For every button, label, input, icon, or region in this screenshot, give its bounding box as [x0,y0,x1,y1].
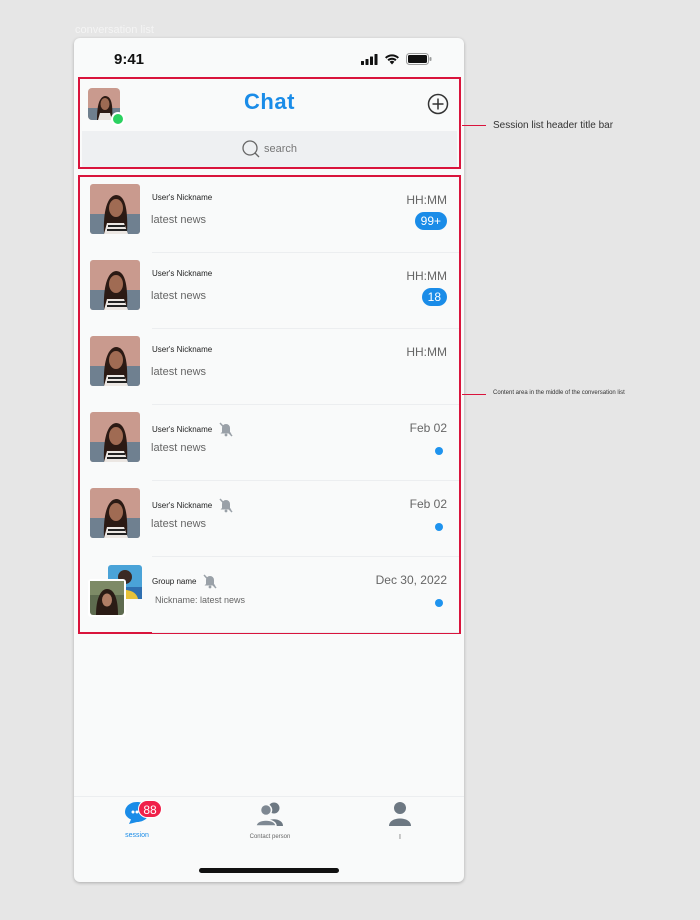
conversation-name: User's Nickname [152,497,234,513]
contacts-icon [255,802,283,827]
avatar [90,260,140,310]
conversation-name: User's Nickname [152,193,213,202]
conversation-time: HH:MM [406,193,447,207]
tab-contacts[interactable]: Contact person [230,801,310,840]
conversation-row[interactable]: User's Nickname latest news Feb 02 [80,481,459,557]
conversation-row[interactable]: User's Nickname latest news HH:MM [80,329,459,405]
person-icon [389,802,411,826]
avatar [90,184,140,234]
search-input[interactable]: search [82,131,457,167]
unread-badge: 18 [421,288,447,306]
conversation-time: Feb 02 [409,497,447,511]
conversation-name: User's Nickname [152,421,234,437]
page-title: Chat [244,89,295,114]
conversation-message: latest news [151,366,207,378]
mute-icon [219,422,233,437]
wifi-icon [385,54,399,65]
session-list-header: Chat search [78,77,461,169]
conversation-message: Nickname: latest news [155,595,246,605]
conversation-row[interactable]: User's Nickname latest news HH:MM 99+ [80,177,459,253]
bottom-tab-bar: session 88 Contact person I [74,796,464,849]
signal-icon [361,53,378,65]
unread-dot [435,447,443,455]
search-placeholder: search [263,143,298,155]
tab-me-label: I [399,834,401,841]
content-annotation: Content area in the middle of the conver… [493,390,625,396]
content-annotation-line [462,394,486,395]
conversation-row[interactable]: Group name Nickname: latest news Dec 30,… [80,557,459,633]
phone-frame: 9:41 Chat search User's Nickname latest … [74,38,464,882]
conversation-message: latest news [151,518,207,530]
conversation-name: User's Nickname [152,269,213,278]
conversation-list: User's Nickname latest news HH:MM 99+ Us… [78,175,461,634]
header-annotation: Session list header title bar [493,120,614,131]
conversation-message: latest news [151,214,207,226]
conversation-time: HH:MM [406,269,447,283]
conversation-time: Feb 02 [409,421,447,435]
status-time: 9:41 [114,51,145,68]
add-icon[interactable] [427,93,449,115]
unread-dot [435,523,443,531]
conversation-message: latest news [151,442,207,454]
status-icons [361,53,432,65]
unread-dot [435,599,443,607]
battery-icon [406,53,432,65]
conversation-name: Group name [152,573,218,589]
conversation-row[interactable]: User's Nickname latest news Feb 02 [80,405,459,481]
avatar [90,336,140,386]
conversation-row[interactable]: User's Nickname latest news HH:MM 18 [80,253,459,329]
status-bar: 9:41 [74,38,464,78]
conversation-message: latest news [151,290,207,302]
session-unread-badge: 88 [138,800,162,818]
tab-contacts-label: Contact person [249,834,291,840]
tab-session-label: session [125,832,149,839]
home-indicator [199,868,339,873]
mute-icon [219,498,233,513]
conversation-time: Dec 30, 2022 [375,573,447,587]
conversation-name: User's Nickname [152,345,213,354]
conversation-time: HH:MM [406,345,447,359]
group-avatar [88,565,142,619]
unread-badge: 99+ [414,212,447,230]
tab-me[interactable]: I [360,801,440,841]
search-icon [242,140,260,158]
tab-session[interactable]: session 88 [97,800,177,839]
canvas-label: conversation list [75,24,154,36]
mute-icon [203,574,218,589]
row-divider [152,632,459,633]
avatar [90,412,140,462]
avatar [90,488,140,538]
header-annotation-line [462,125,486,126]
